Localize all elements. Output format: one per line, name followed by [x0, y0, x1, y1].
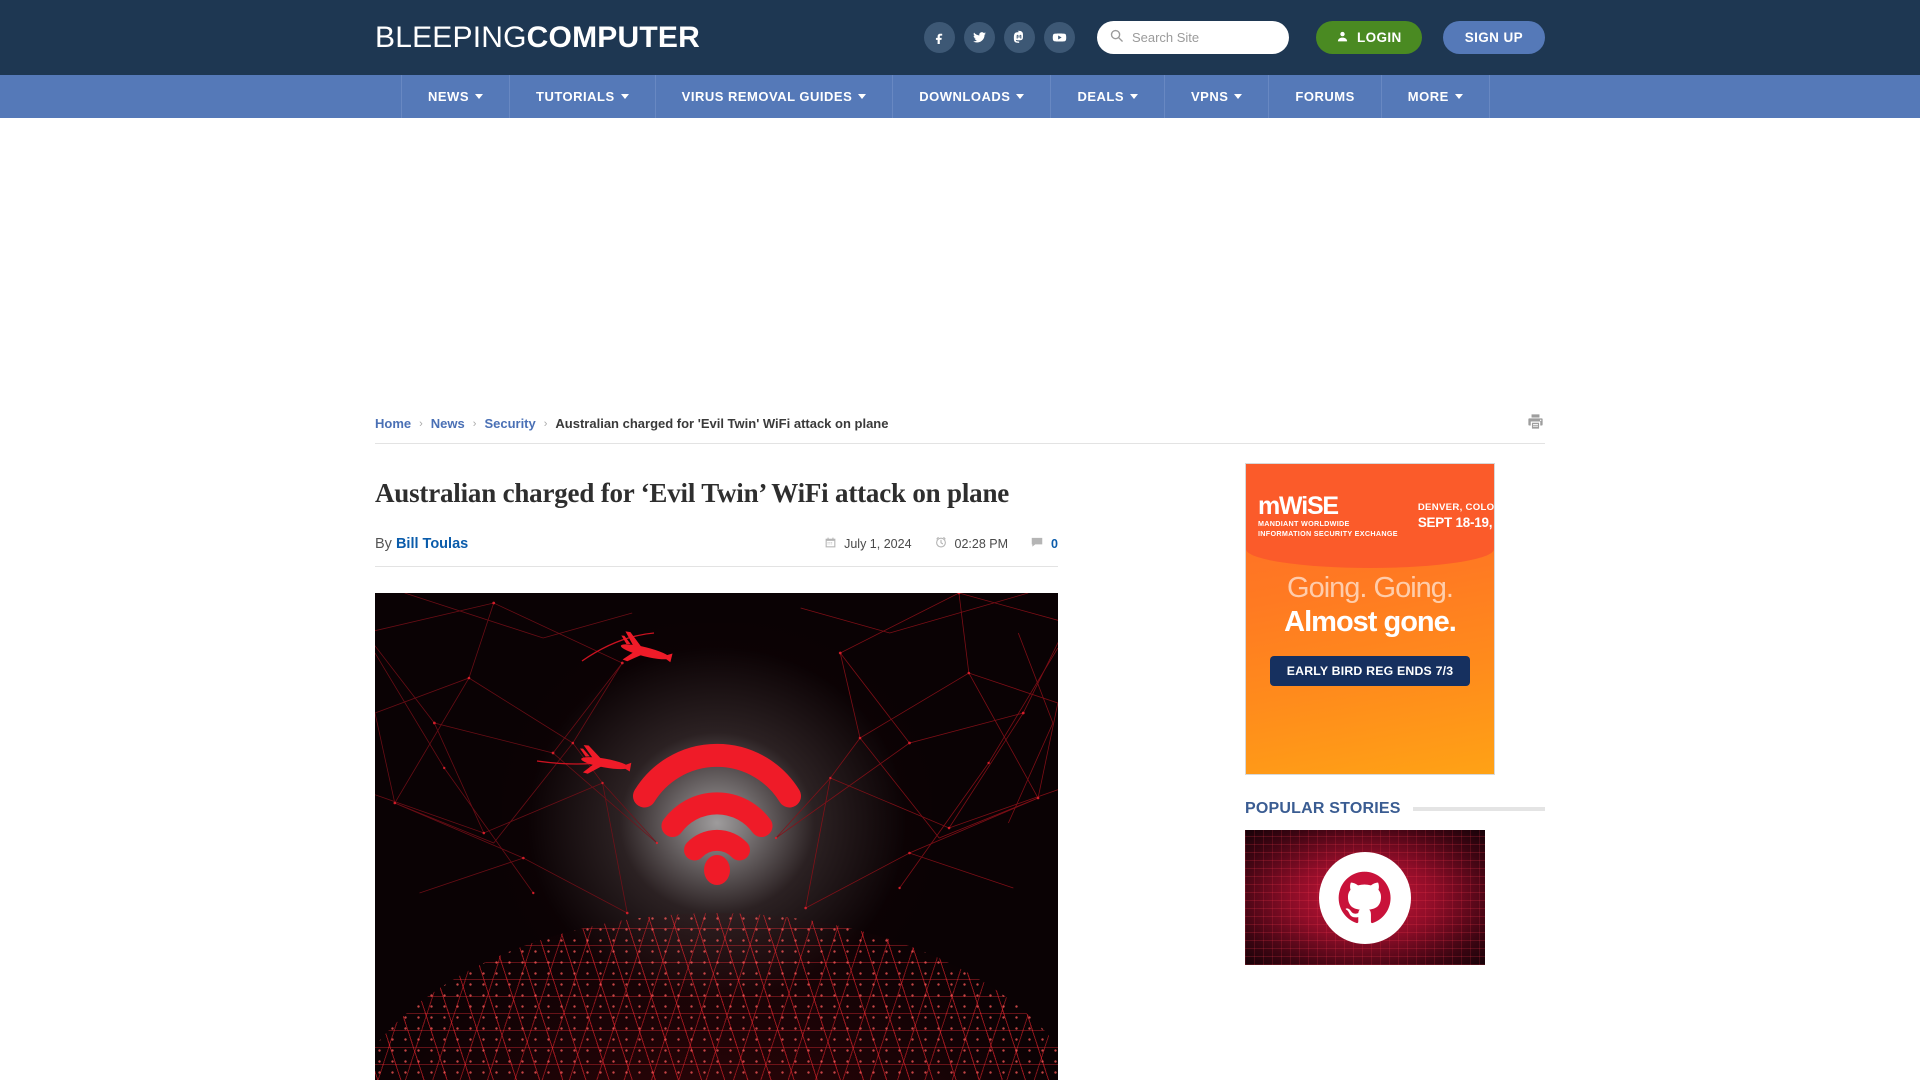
mwise-subtitle-1: MANDIANT WORLDWIDE — [1258, 518, 1350, 528]
chevron-down-icon — [620, 94, 629, 99]
nav-item-forums[interactable]: FORUMS — [1268, 75, 1380, 118]
section-divider — [1412, 807, 1545, 811]
breadcrumb-item-current: Australian charged for 'Evil Twin' WiFi … — [555, 416, 889, 431]
breadcrumb-item-home[interactable]: Home — [375, 416, 411, 431]
ad-body: Going. Going. Almost gone. EARLY BIRD RE… — [1246, 572, 1494, 686]
breadcrumb: Home › News › Security › Australian char… — [375, 416, 888, 431]
site-logo[interactable]: BLEEPING COMPUTER — [375, 21, 700, 55]
mwise-logo: mWiSE MANDIANT WORLDWIDE INFORMATION SEC… — [1258, 491, 1398, 538]
chevron-down-icon — [1234, 94, 1243, 99]
breadcrumb-separator-icon: › — [543, 417, 548, 430]
publish-time: 02:28 PM — [934, 535, 1009, 552]
nav-item-more[interactable]: MORE — [1380, 75, 1490, 118]
chevron-down-icon — [1016, 94, 1025, 99]
publish-time-text: 02:28 PM — [954, 536, 1009, 551]
sidebar-ad-mwise[interactable]: mWiSE MANDIANT WORLDWIDE INFORMATION SEC… — [1245, 463, 1495, 775]
byline-prefix: By — [375, 535, 392, 552]
nav-item-vpns[interactable]: VPNS — [1164, 75, 1268, 118]
clock-icon — [934, 535, 948, 552]
ad-headline-2: Almost gone. — [1284, 606, 1457, 639]
nav-item-tutorials[interactable]: TUTORIALS — [509, 75, 655, 118]
sidebar: mWiSE MANDIANT WORLDWIDE INFORMATION SEC… — [1245, 444, 1545, 1080]
nav-label-vpns: VPNS — [1191, 89, 1229, 104]
nav-item-virus-removal-guides[interactable]: VIRUS REMOVAL GUIDES — [654, 75, 893, 118]
nav-item-news[interactable]: NEWS — [401, 75, 509, 118]
content-area: Australian charged for ‘Evil Twin’ WiFi … — [375, 444, 1545, 1080]
article-column: Australian charged for ‘Evil Twin’ WiFi … — [375, 444, 1215, 1080]
article-hero-image — [375, 593, 1058, 1080]
ad-city: DENVER, COLORADO — [1417, 502, 1495, 513]
breadcrumb-item-news[interactable]: News — [431, 416, 465, 431]
mwise-subtitle-2: INFORMATION SECURITY EXCHANGE — [1258, 528, 1398, 538]
nav-item-downloads[interactable]: DOWNLOADS — [892, 75, 1050, 118]
nav-label-virus-removal-guides: VIRUS REMOVAL GUIDES — [681, 89, 853, 104]
user-icon — [1336, 30, 1349, 46]
wifi-icon — [632, 743, 801, 885]
youtube-icon[interactable] — [1043, 22, 1075, 53]
nav-label-more: MORE — [1407, 89, 1449, 104]
ad-headline-1: Going. Going. — [1287, 572, 1454, 604]
comment-count-text: 0 — [1051, 536, 1058, 551]
nav-label-news: NEWS — [428, 89, 469, 104]
logo-text-bold: COMPUTER — [526, 20, 700, 54]
ad-cta-button[interactable]: EARLY BIRD REG ENDS 7/3 — [1270, 655, 1470, 686]
chevron-down-icon — [858, 94, 867, 99]
signup-label: SIGN UP — [1464, 30, 1523, 45]
calendar-icon — [824, 536, 837, 552]
login-label: LOGIN — [1356, 30, 1402, 45]
top-ad-slot — [0, 118, 1920, 408]
search-input[interactable] — [1131, 30, 1277, 45]
byline: By Bill Toulas — [375, 536, 468, 552]
comment-count[interactable]: 0 — [1030, 535, 1058, 552]
logo-text-light: BLEEPING — [375, 20, 527, 54]
nav-label-deals: DEALS — [1077, 89, 1124, 104]
chevron-down-icon — [1130, 94, 1138, 99]
nav-label-tutorials: TUTORIALS — [536, 89, 615, 104]
chevron-down-icon — [475, 94, 483, 99]
article-meta-row: By Bill Toulas July 1, 2024 02:28 PM 0 — [375, 535, 1058, 567]
publish-date-text: July 1, 2024 — [844, 536, 912, 551]
main-navigation: NEWS TUTORIALS VIRUS REMOVAL GUIDES DOWN… — [0, 75, 1920, 118]
meta-group: July 1, 2024 02:28 PM 0 — [824, 535, 1058, 552]
popular-stories-title: POPULAR STORIES — [1245, 800, 1401, 817]
printer-icon[interactable] — [1526, 412, 1545, 436]
nav-label-forums: FORUMS — [1295, 89, 1355, 104]
search-box[interactable] — [1096, 21, 1289, 54]
breadcrumb-separator-icon: › — [472, 417, 477, 430]
twitter-icon[interactable] — [963, 22, 995, 53]
popular-story-thumbnail[interactable] — [1245, 830, 1485, 965]
header-actions: LOGIN SIGN UP — [923, 21, 1545, 54]
publish-date: July 1, 2024 — [824, 536, 912, 552]
chevron-down-icon — [1454, 94, 1463, 99]
airplane-icon — [581, 631, 673, 663]
facebook-icon[interactable] — [923, 22, 955, 53]
site-header: BLEEPING COMPUTER Search Site LOGIN SIGN… — [0, 0, 1920, 75]
login-button[interactable]: LOGIN — [1315, 21, 1422, 54]
mwise-brand: mWiSE — [1258, 491, 1339, 520]
ad-header: mWiSE MANDIANT WORLDWIDE INFORMATION SEC… — [1246, 464, 1494, 568]
nav-item-deals[interactable]: DEALS — [1050, 75, 1164, 118]
popular-stories-header: POPULAR STORIES — [1245, 800, 1545, 818]
nav-label-downloads: DOWNLOADS — [919, 89, 1011, 104]
author-link[interactable]: Bill Toulas — [396, 536, 468, 552]
signup-button[interactable]: SIGN UP — [1442, 21, 1545, 54]
search-icon — [1109, 28, 1124, 48]
github-icon — [1319, 851, 1411, 944]
mastodon-icon[interactable] — [1003, 22, 1035, 53]
breadcrumb-separator-icon: › — [419, 417, 423, 430]
ad-location-block: DENVER, COLORADO SEPT 18-19, 2024 — [1417, 502, 1495, 530]
ad-dates: SEPT 18-19, 2024 — [1417, 515, 1494, 530]
breadcrumb-row: Home › News › Security › Australian char… — [375, 408, 1545, 444]
comment-icon — [1030, 535, 1044, 552]
breadcrumb-item-security[interactable]: Security — [484, 416, 535, 431]
hero-web-right — [774, 593, 1058, 910]
page-title: Australian charged for ‘Evil Twin’ WiFi … — [375, 478, 1010, 508]
